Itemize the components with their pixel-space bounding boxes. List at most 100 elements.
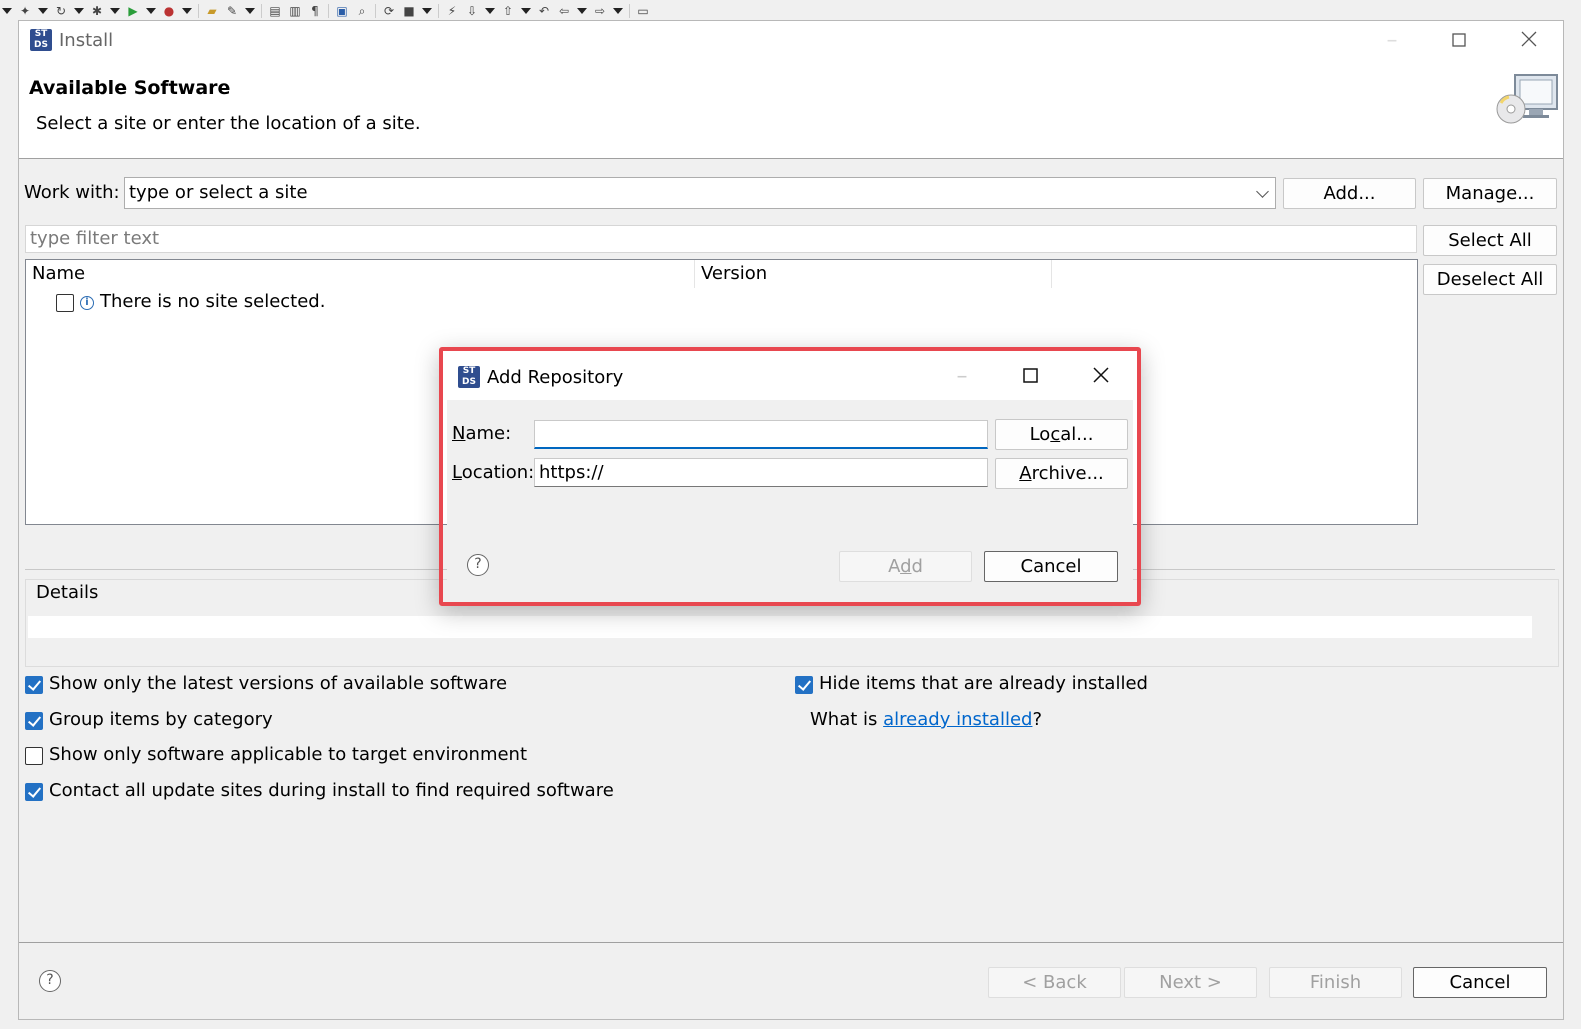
tree-row-checkbox[interactable]: [56, 294, 74, 312]
eclipse-toolbar: ✦ ↻ ✱ ▶ ● ▰ ✎ ▤ ▥ ¶ ▣ ⌕ ⟳ ■ ⚡ ⇩ ⇧ ↶ ⇦ ⇨ …: [0, 0, 1581, 22]
tree-row-label: There is no site selected.: [100, 291, 326, 312]
already-installed-link[interactable]: already installed: [883, 709, 1032, 730]
highlight-frame: ST DS Add Repository – Name: Local... Loc…: [439, 347, 1141, 606]
dropdown-arrow-icon[interactable]: [146, 8, 156, 14]
dropdown-arrow-icon[interactable]: [613, 8, 623, 14]
wizard-header: Available Software Select a site or ente…: [19, 61, 1563, 159]
group-by-category-label[interactable]: Group items by category: [49, 709, 273, 730]
toolbar-separator: [375, 4, 376, 18]
next-annotation-icon[interactable]: ⇩: [465, 4, 479, 18]
maximize-icon[interactable]: [1444, 27, 1474, 55]
dropdown-arrow-icon[interactable]: [577, 8, 587, 14]
column-separator[interactable]: [694, 260, 695, 288]
name-input[interactable]: [534, 420, 988, 449]
details-label: Details: [34, 582, 101, 603]
app-logo-icon: ST DS: [30, 29, 52, 51]
whitespace-icon[interactable]: ¶: [308, 4, 322, 18]
dropdown-arrow-icon[interactable]: [74, 8, 84, 14]
hide-installed-checkbox[interactable]: [795, 676, 813, 694]
new-class-icon[interactable]: ✦: [18, 4, 32, 18]
install-titlebar[interactable]: ST DS Install –: [19, 21, 1563, 61]
toggle-icon[interactable]: ▤: [268, 4, 282, 18]
refresh-icon[interactable]: ↻: [54, 4, 68, 18]
dialog-title: Add Repository: [487, 367, 624, 388]
what-is-suffix: ?: [1032, 709, 1043, 730]
finish-button[interactable]: Finish: [1269, 967, 1402, 998]
app-logo-icon: ST DS: [458, 366, 480, 388]
name-label: Name:: [452, 423, 512, 444]
what-is-installed-text: What is already installed?: [810, 709, 1042, 730]
search-tool-icon[interactable]: ✎: [225, 4, 239, 18]
dropdown-arrow-icon[interactable]: [182, 8, 192, 14]
column-header-name[interactable]: Name: [32, 263, 85, 284]
column-header-version[interactable]: Version: [701, 263, 767, 284]
help-icon[interactable]: ?: [39, 970, 61, 992]
back-icon[interactable]: ⇦: [557, 4, 571, 18]
what-is-prefix: What is: [810, 709, 884, 730]
pin-editor-icon[interactable]: ▭: [636, 4, 650, 18]
target-environment-checkbox[interactable]: [25, 747, 43, 765]
forward-icon[interactable]: ⇨: [593, 4, 607, 18]
latest-versions-checkbox[interactable]: [25, 676, 43, 694]
next-button[interactable]: Next >: [1124, 967, 1257, 998]
annotation-icon[interactable]: ⚡: [445, 4, 459, 18]
location-label: Location:: [452, 462, 535, 483]
dropdown-arrow-icon[interactable]: [422, 8, 432, 14]
add-site-button[interactable]: Add...: [1283, 178, 1416, 209]
location-input[interactable]: https://: [534, 458, 988, 487]
details-text: [28, 616, 1532, 638]
contact-update-sites-checkbox[interactable]: [25, 783, 43, 801]
manage-button[interactable]: Manage...: [1423, 178, 1557, 209]
local-button[interactable]: Local...: [995, 419, 1128, 450]
dropdown-arrow-icon[interactable]: [521, 8, 531, 14]
close-icon[interactable]: [1086, 363, 1116, 391]
stop-icon[interactable]: ■: [402, 4, 416, 18]
dropdown-arrow-icon[interactable]: [245, 8, 255, 14]
dropdown-arrow-icon[interactable]: [38, 8, 48, 14]
console-icon[interactable]: ▣: [335, 4, 349, 18]
dropdown-arrow-icon[interactable]: [485, 8, 495, 14]
search-icon[interactable]: ⌕: [355, 4, 369, 18]
select-all-button[interactable]: Select All: [1423, 225, 1557, 256]
chevron-down-icon[interactable]: [1256, 185, 1269, 198]
toolbar-separator: [438, 4, 439, 18]
dropdown-arrow-icon[interactable]: [110, 8, 120, 14]
maximize-icon[interactable]: [1015, 363, 1045, 391]
work-with-combo[interactable]: type or select a site: [124, 177, 1276, 209]
archive-button[interactable]: Archive...: [995, 458, 1128, 489]
group-by-category-checkbox[interactable]: [25, 712, 43, 730]
sync-icon[interactable]: ⟳: [382, 4, 396, 18]
latest-versions-label[interactable]: Show only the latest versions of availab…: [49, 673, 507, 694]
run-icon[interactable]: ▶: [126, 4, 140, 18]
help-icon[interactable]: ?: [467, 554, 489, 576]
minimize-icon[interactable]: –: [947, 363, 977, 391]
page-title: Available Software: [29, 77, 231, 99]
minimize-icon[interactable]: –: [1377, 27, 1407, 55]
work-with-value: type or select a site: [129, 182, 308, 203]
filter-input[interactable]: type filter text: [25, 225, 1417, 253]
cancel-button[interactable]: Cancel: [1413, 967, 1547, 998]
external-tools-icon[interactable]: ●: [162, 4, 176, 18]
install-window-title: Install: [59, 30, 114, 51]
toggle-icon[interactable]: ▥: [288, 4, 302, 18]
add-repository-dialog: ST DS Add Repository – Name: Local... Loc…: [447, 355, 1133, 598]
page-description: Select a site or enter the location of a…: [36, 113, 421, 134]
dialog-cancel-button[interactable]: Cancel: [984, 551, 1118, 582]
open-folder-icon[interactable]: ▰: [205, 4, 219, 18]
dropdown-arrow-icon[interactable]: [2, 8, 12, 14]
toolbar-separator: [629, 4, 630, 18]
debug-icon[interactable]: ✱: [90, 4, 104, 18]
work-with-label: Work with:: [24, 182, 120, 203]
back-button[interactable]: < Back: [988, 967, 1121, 998]
target-environment-label[interactable]: Show only software applicable to target …: [49, 744, 527, 765]
add-button[interactable]: Add: [839, 551, 972, 582]
column-separator[interactable]: [1051, 260, 1052, 288]
prev-annotation-icon[interactable]: ⇧: [501, 4, 515, 18]
tree-header: Name Version: [26, 260, 1417, 288]
contact-update-sites-label[interactable]: Contact all update sites during install …: [49, 780, 614, 801]
hide-installed-label[interactable]: Hide items that are already installed: [819, 673, 1148, 694]
dialog-titlebar[interactable]: ST DS Add Repository –: [447, 355, 1133, 400]
close-icon[interactable]: [1514, 27, 1544, 55]
last-edit-icon[interactable]: ↶: [537, 4, 551, 18]
deselect-all-button[interactable]: Deselect All: [1423, 264, 1557, 295]
